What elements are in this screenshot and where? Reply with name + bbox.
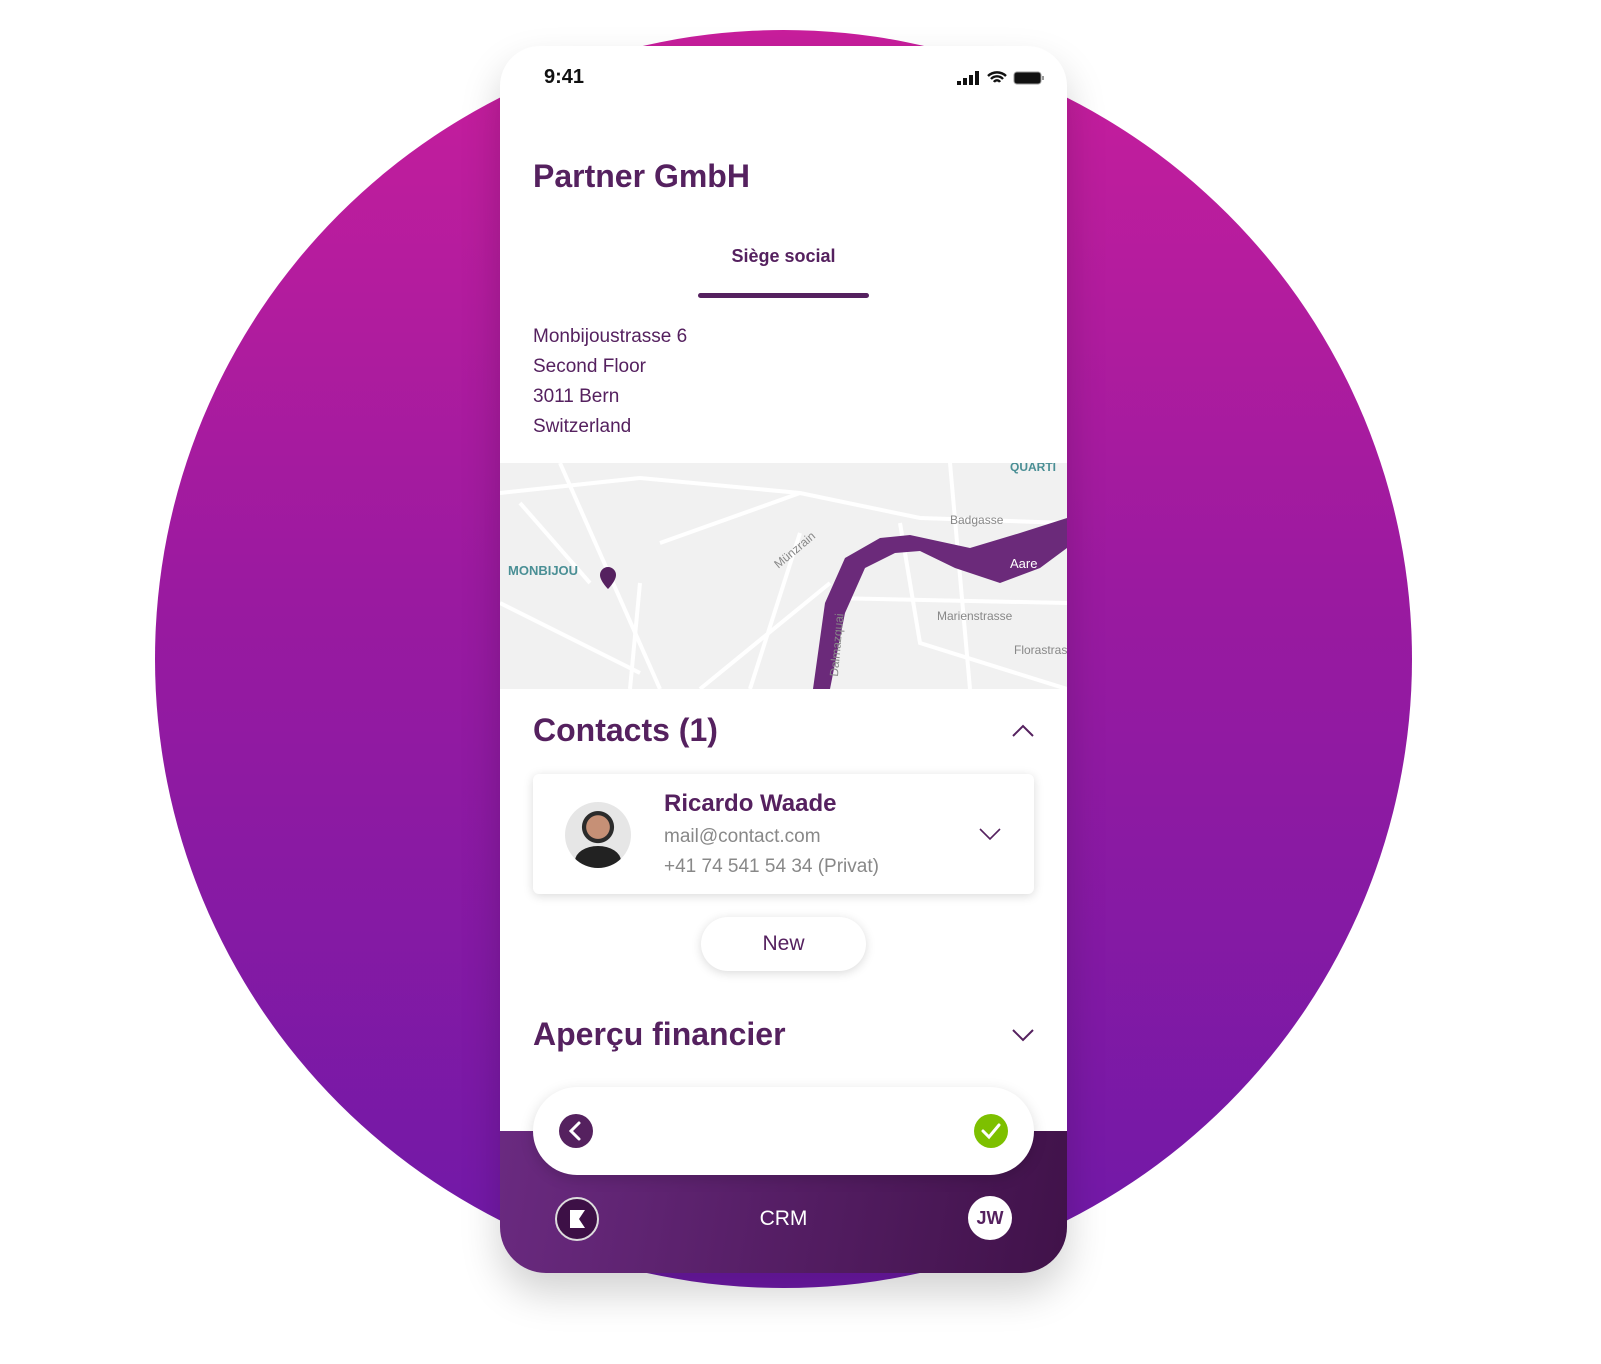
avatar [565,802,631,868]
wifi-icon [987,70,1007,83]
chevron-down-icon[interactable] [1011,1023,1035,1047]
signal-icon [957,70,979,85]
contact-phone[interactable]: +41 74 541 54 34 (Privat) [664,856,879,878]
map-label: MONBIJOU [508,563,579,578]
user-avatar-button[interactable]: JW [968,1196,1012,1240]
address-line: Monbijoustrasse 6 [533,326,688,347]
contacts-heading: Contacts (1) [533,712,718,748]
contact-email[interactable]: mail@contact.com [664,826,821,848]
address-line: Switzerland [533,416,632,437]
checkmark-icon [981,1123,1001,1140]
tab-siege-social[interactable]: Siège social [698,246,869,267]
finance-heading: Aperçu financier [533,1016,786,1052]
status-time: 9:41 [544,66,585,88]
phone-frame: 9:41 Partner GmbH Siège social Monbijous… [500,46,1067,1273]
map-label: Florastrasse [1014,643,1067,657]
chevron-left-icon [568,1121,581,1141]
map-label: Marienstrasse [937,609,1013,623]
address-line: 3011 Bern [533,386,620,407]
new-contact-button[interactable]: New [701,917,866,971]
contact-name: Ricardo Waade [664,790,837,817]
confirm-button[interactable] [974,1114,1008,1148]
status-bar: 9:41 [544,66,1045,89]
chevron-up-icon[interactable] [1011,719,1035,743]
contact-card[interactable]: Ricardo Waade mail@contact.com +41 74 54… [533,774,1034,894]
battery-icon [1013,71,1044,84]
map-label: QUARTI [1010,463,1056,474]
address-line: Second Floor [533,356,647,377]
tab-active-indicator [698,293,869,298]
map-label: Badgasse [950,513,1004,527]
page-title: Partner GmbH [533,158,750,194]
back-button[interactable] [559,1114,593,1148]
address-block: Monbijoustrasse 6 Second Floor 3011 Bern… [533,322,687,442]
map-label: Aare [1010,556,1038,571]
chevron-down-icon[interactable] [978,822,1002,846]
map-streets [500,463,1067,689]
map[interactable]: MONBIJOU QUARTI Aare Badgasse Marienstra… [500,463,1067,689]
action-bar [533,1087,1034,1175]
